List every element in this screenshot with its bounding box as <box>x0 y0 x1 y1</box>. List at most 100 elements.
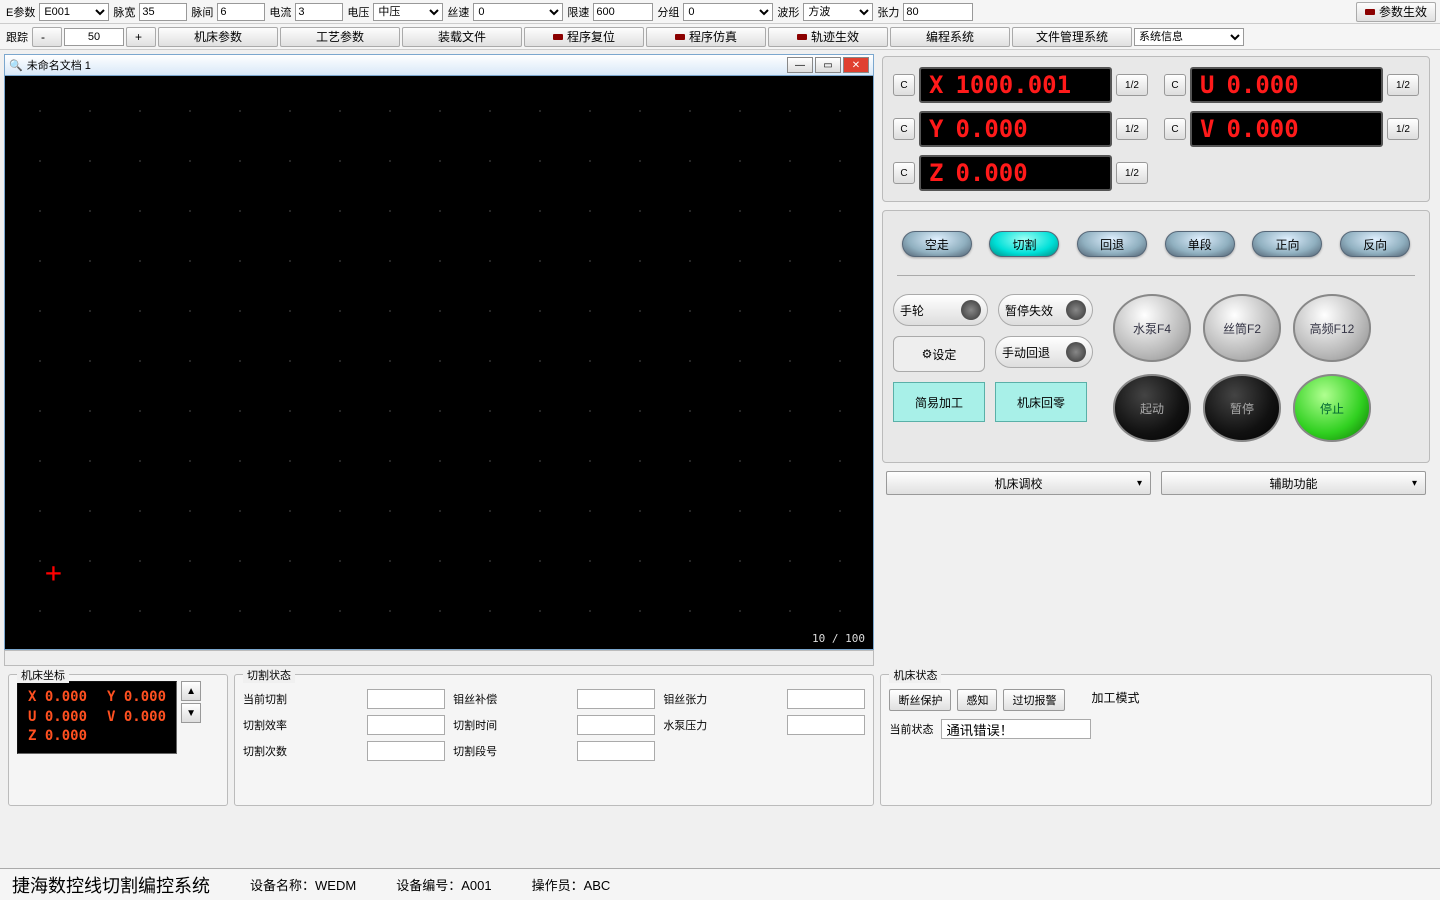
trace-apply-button[interactable]: 轨迹生效 <box>768 27 888 47</box>
voltage-select[interactable]: 中压 <box>373 3 443 21</box>
wire-speed-select[interactable]: 0 <box>473 3 563 21</box>
dro-half-y[interactable]: 1/2 <box>1116 118 1148 140</box>
right-panel: C X1000.001 1/2 C U0.000 1/2 C Y0.000 1/… <box>878 50 1440 670</box>
sys-info-select[interactable]: 系统信息 <box>1134 28 1244 46</box>
dro-group: C X1000.001 1/2 C U0.000 1/2 C Y0.000 1/… <box>882 56 1430 202</box>
led-icon <box>553 34 563 40</box>
canvas-viewport[interactable]: + 10 / 100 <box>4 76 874 650</box>
coord-down-button[interactable]: ▼ <box>181 703 201 723</box>
led-icon <box>1365 9 1375 15</box>
canvas-scale: 10 / 100 <box>812 632 865 645</box>
apply-params-button[interactable]: 参数生效 <box>1356 2 1436 22</box>
cut-segno-input[interactable] <box>577 741 655 761</box>
track-minus-button[interactable]: - <box>32 27 62 47</box>
process-params-button[interactable]: 工艺参数 <box>280 27 400 47</box>
aux-func-dropdown[interactable]: 辅助功能 <box>1161 471 1426 495</box>
wire-comp-input[interactable] <box>577 689 655 709</box>
dro-row-z: C Z0.000 1/2 <box>893 155 1148 191</box>
mode-cut[interactable]: 切割 <box>989 231 1059 257</box>
programming-sys-button[interactable]: 编程系统 <box>890 27 1010 47</box>
tension-input[interactable] <box>903 3 973 21</box>
file-mgmt-button[interactable]: 文件管理系统 <box>1012 27 1132 47</box>
mode-single[interactable]: 单段 <box>1165 231 1235 257</box>
system-name: 捷海数控线切割编控系统 <box>12 872 210 898</box>
current-status-value <box>941 719 1091 739</box>
setting-button[interactable]: ⚙设定 <box>893 336 985 372</box>
manual-retract-toggle[interactable]: 手动回退 <box>995 336 1093 368</box>
top-parameter-bar: E参数 E001 脉宽 脉间 电流 电压 中压 丝速 0 限速 分组 0 波形 … <box>0 0 1440 24</box>
close-button[interactable]: ✕ <box>843 57 869 73</box>
machine-status-panel: document.currentScript.parentElement.set… <box>880 674 1432 806</box>
pulse-width-input[interactable] <box>139 3 187 21</box>
pump-button[interactable]: 水泵F4 <box>1113 294 1191 362</box>
load-file-button[interactable]: 装载文件 <box>402 27 522 47</box>
mode-reverse[interactable]: 反向 <box>1340 231 1410 257</box>
eparam-select[interactable]: E001 <box>39 3 109 21</box>
dro-clear-v[interactable]: C <box>1164 118 1186 140</box>
stop-button[interactable]: 停止 <box>1293 374 1371 442</box>
maximize-button[interactable]: ▭ <box>815 57 841 73</box>
program-reset-button[interactable]: 程序复位 <box>524 27 644 47</box>
mode-forward[interactable]: 正向 <box>1252 231 1322 257</box>
track-input[interactable] <box>64 28 124 46</box>
left-controls: 手轮 暂停失效 ⚙设定 手动回退 简易加工 机床回零 <box>893 294 1093 442</box>
dro-row-u: C U0.000 1/2 <box>1164 67 1419 103</box>
crosshair-icon: + <box>45 556 62 589</box>
mini-dro: X 0.000Y 0.000 U 0.000V 0.000 Z 0.000 <box>17 681 177 754</box>
current-cut-input[interactable] <box>367 689 445 709</box>
cut-count-input[interactable] <box>367 741 445 761</box>
highfreq-button[interactable]: 高频F12 <box>1293 294 1371 362</box>
machine-calib-dropdown[interactable]: 机床调校 <box>886 471 1151 495</box>
canvas-scrollbar-h[interactable] <box>4 650 874 666</box>
wire-drum-button[interactable]: 丝筒F2 <box>1203 294 1281 362</box>
group-select[interactable]: 0 <box>683 3 773 21</box>
mode-retract[interactable]: 回退 <box>1077 231 1147 257</box>
dro-half-v[interactable]: 1/2 <box>1387 118 1419 140</box>
big-buttons: 水泵F4 丝筒F2 高频F12 起动 暂停 停止 <box>1113 294 1393 442</box>
dro-half-z[interactable]: 1/2 <box>1116 162 1148 184</box>
dro-display-z: Z0.000 <box>919 155 1112 191</box>
toggle-knob-icon <box>1066 342 1086 362</box>
machine-home-button[interactable]: 机床回零 <box>995 382 1087 422</box>
control-grid: 手轮 暂停失效 ⚙设定 手动回退 简易加工 机床回零 水泵F4 丝筒F2 <box>893 294 1419 442</box>
sense-button[interactable]: 感知 <box>957 689 997 711</box>
minimize-button[interactable]: — <box>787 57 813 73</box>
dro-display-u: U0.000 <box>1190 67 1383 103</box>
dro-clear-u[interactable]: C <box>1164 74 1186 96</box>
pause-disable-toggle[interactable]: 暂停失效 <box>998 294 1093 326</box>
dro-clear-x[interactable]: C <box>893 74 915 96</box>
dro-half-u[interactable]: 1/2 <box>1387 74 1419 96</box>
overcut-alarm-button[interactable]: 过切报警 <box>1003 689 1065 711</box>
canvas-panel: 🔍 未命名文档 1 — ▭ ✕ + 10 / 100 <box>4 54 874 666</box>
track-plus-button[interactable]: + <box>126 27 156 47</box>
pump-pressure-input[interactable] <box>787 715 865 735</box>
dro-clear-y[interactable]: C <box>893 118 915 140</box>
limit-speed-input[interactable] <box>593 3 653 21</box>
dro-half-x[interactable]: 1/2 <box>1116 74 1148 96</box>
canvas-title: 未命名文档 1 <box>27 57 91 73</box>
cut-time-input[interactable] <box>577 715 655 735</box>
voltage-label: 电压 <box>345 4 371 20</box>
pause-button[interactable]: 暂停 <box>1203 374 1281 442</box>
waveform-select[interactable]: 方波 <box>803 3 873 21</box>
start-button[interactable]: 起动 <box>1113 374 1191 442</box>
led-icon <box>797 34 807 40</box>
coord-arrow-buttons: ▲ ▼ <box>181 681 201 723</box>
label: 切割时间 <box>453 717 569 733</box>
group-label: 分组 <box>655 4 681 20</box>
current-input[interactable] <box>295 3 343 21</box>
handwheel-toggle[interactable]: 手轮 <box>893 294 988 326</box>
cut-eff-input[interactable] <box>367 715 445 735</box>
simple-machining-button[interactable]: 简易加工 <box>893 382 985 422</box>
pulse-gap-input[interactable] <box>217 3 265 21</box>
dro-clear-z[interactable]: C <box>893 162 915 184</box>
mode-dryrun[interactable]: 空走 <box>902 231 972 257</box>
program-sim-button[interactable]: 程序仿真 <box>646 27 766 47</box>
current-status-label: 当前状态 <box>889 721 933 737</box>
cut-status-panel: document.currentScript.parentElement.set… <box>234 674 874 806</box>
wire-tension-input[interactable] <box>787 689 865 709</box>
wire-break-button[interactable]: 断丝保护 <box>889 689 951 711</box>
grid-dots <box>15 86 863 639</box>
machine-params-button[interactable]: 机床参数 <box>158 27 278 47</box>
coord-up-button[interactable]: ▲ <box>181 681 201 701</box>
